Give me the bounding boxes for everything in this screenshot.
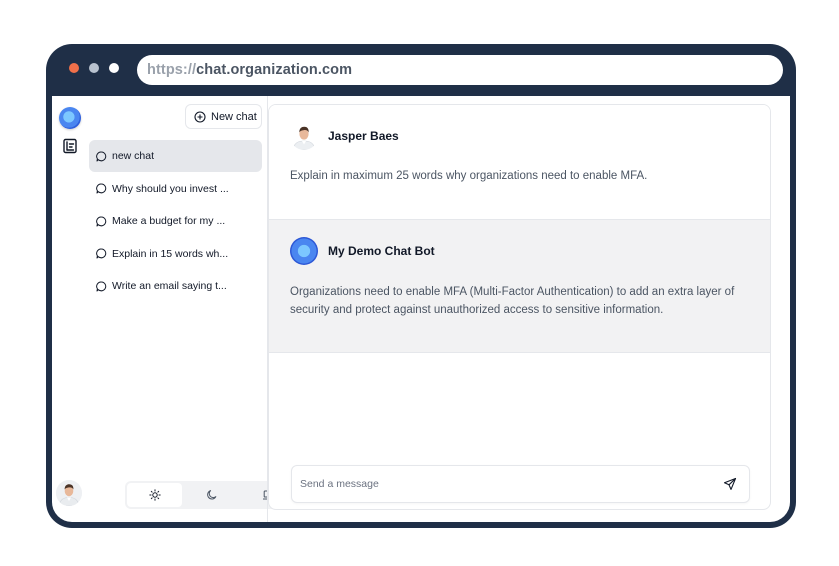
chat-history-item[interactable]: Why should you invest ...	[89, 173, 262, 205]
message-input[interactable]	[300, 466, 700, 502]
new-chat-button[interactable]: New chat	[185, 104, 262, 129]
theme-dark-button[interactable]	[184, 483, 239, 507]
moon-icon	[206, 490, 216, 500]
theme-light-button[interactable]	[127, 483, 182, 507]
bot-avatar-icon	[290, 237, 318, 265]
bot-message: My Demo Chat Bot Organizations need to e…	[269, 219, 770, 353]
message-bubble-icon	[96, 183, 107, 194]
chat-history-item[interactable]: Explain in 15 words wh...	[89, 238, 262, 270]
icon-rail	[52, 96, 88, 522]
bot-message-text: Organizations need to enable MFA (Multi-…	[290, 286, 735, 316]
send-icon	[723, 477, 737, 490]
chat-sidebar: New chat new chat Why should you invest .…	[88, 96, 298, 522]
sidebar-toggle-icon[interactable]	[62, 138, 78, 154]
chat-history-item[interactable]: Make a budget for my ...	[89, 205, 262, 237]
user-message: Jasper Baes Explain in maximum 25 words …	[269, 105, 770, 219]
user-avatar[interactable]	[56, 480, 82, 506]
message-bubble-icon	[96, 281, 107, 291]
message-bubble-icon	[96, 248, 107, 259]
url-protocol: https://	[147, 62, 197, 78]
browser-window: https://chat.organization.com New chat n…	[46, 44, 796, 528]
sun-icon	[148, 489, 161, 501]
new-chat-label: New chat	[211, 110, 257, 123]
message-bubble-icon	[96, 151, 107, 161]
bot-message-author: My Demo Chat Bot	[328, 244, 435, 258]
conversation-panel: Jasper Baes Explain in maximum 25 words …	[268, 104, 771, 510]
url-host: chat.organization.com	[196, 62, 353, 78]
window-maximize-dot[interactable]	[109, 63, 119, 73]
message-composer	[291, 465, 750, 503]
window-minimize-dot[interactable]	[89, 63, 99, 73]
address-bar[interactable]: https://chat.organization.com	[137, 55, 783, 85]
chat-history-label: Make a budget for my ...	[112, 215, 226, 227]
message-bubble-icon	[96, 216, 107, 226]
chat-history-label: new chat	[112, 150, 155, 162]
send-button[interactable]	[723, 477, 737, 491]
window-close-dot[interactable]	[69, 63, 79, 73]
chat-history-label: Write an email saying t...	[112, 280, 227, 292]
plus-circle-icon	[194, 110, 206, 123]
user-message-author: Jasper Baes	[328, 129, 399, 143]
chat-history-label: Why should you invest ...	[112, 182, 229, 195]
chat-history-label: Explain in 15 words wh...	[112, 247, 229, 260]
user-message-avatar	[290, 122, 318, 150]
app-viewport: New chat new chat Why should you invest .…	[52, 96, 790, 522]
chat-history-item[interactable]: new chat	[89, 140, 262, 172]
user-message-text: Explain in maximum 25 words why organiza…	[290, 170, 648, 182]
app-logo-icon	[59, 107, 81, 129]
chat-history-item[interactable]: Write an email saying t...	[89, 270, 262, 302]
chat-history-list: new chat Why should you invest ... Make a …	[88, 140, 268, 303]
